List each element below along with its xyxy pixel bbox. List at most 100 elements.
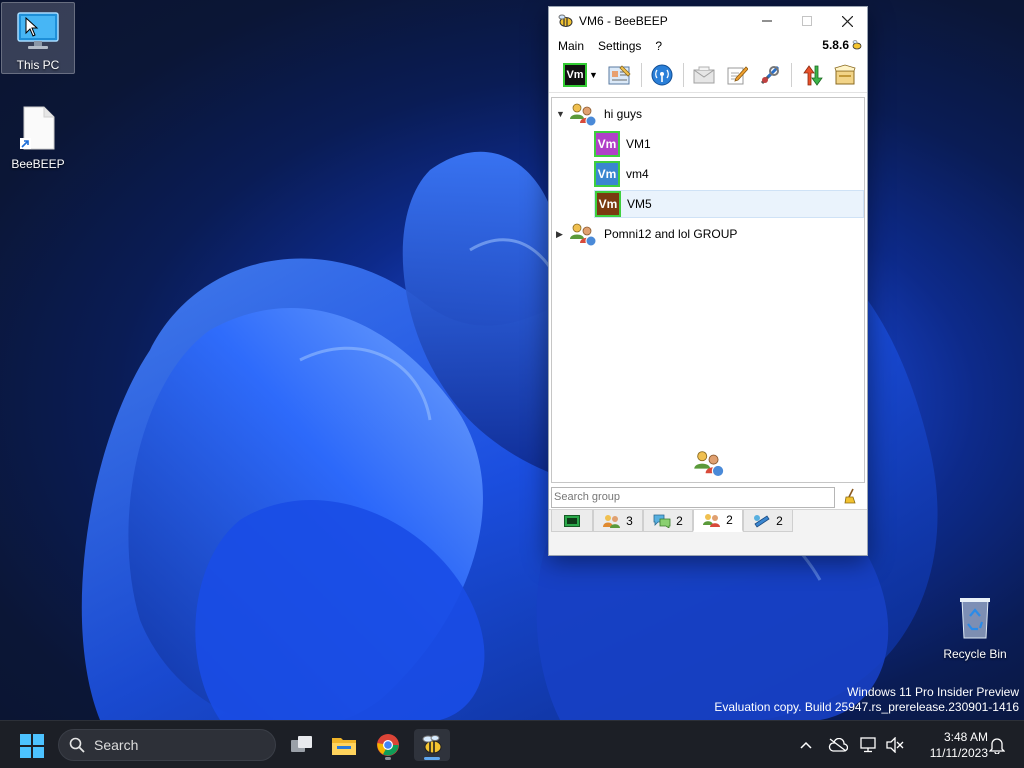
desktop-icon-this-pc[interactable]: This PC (1, 2, 75, 74)
network-tray-button[interactable] (858, 721, 880, 768)
search-row (551, 485, 865, 509)
clear-search-button[interactable] (843, 488, 859, 507)
chat-window-icon (564, 514, 580, 527)
toolbar-separator (682, 62, 684, 87)
group-people-icon (694, 451, 725, 478)
network-monitor-icon (860, 737, 876, 753)
chrome-button[interactable] (370, 729, 406, 761)
onedrive-tray-button[interactable] (826, 721, 850, 768)
clock-date: 11/11/2023 (929, 746, 988, 760)
volume-tray-button[interactable] (884, 721, 906, 768)
search-icon (69, 737, 85, 753)
group-name: Pomni12 and lol GROUP (604, 227, 738, 241)
menu-bar: Main Settings ? 5.8.6 (549, 35, 867, 57)
toolbar-separator (640, 62, 642, 87)
network-antenna-icon (651, 64, 673, 85)
tree-member-node[interactable]: Vm vm4 (594, 160, 862, 188)
network-button[interactable] (648, 61, 676, 89)
tab-count: 3 (626, 513, 633, 528)
groups-icon (703, 514, 721, 527)
version-text: 5.8.6 (822, 38, 849, 52)
collapse-triangle-icon[interactable]: ▶ (556, 229, 568, 240)
shared-folder-button[interactable] (831, 61, 859, 89)
pencil-note-icon (727, 65, 748, 84)
desktop-icon-beebeep[interactable]: BeeBEEP (1, 106, 75, 171)
profile-card-icon (608, 64, 631, 84)
taskbar-search-box[interactable]: Search (58, 729, 276, 761)
close-button[interactable] (827, 7, 867, 35)
folder-icon (332, 738, 356, 755)
member-name: VM5 (627, 197, 652, 211)
title-bar[interactable]: VM6 - BeeBEEP (549, 7, 867, 35)
beebeep-window[interactable]: VM6 - BeeBEEP Main Settings ? 5.8.6 Vm ▼… (548, 6, 868, 556)
toolbar-separator (790, 62, 792, 87)
up-down-arrows-icon (803, 64, 823, 86)
windows-logo-icon (20, 734, 44, 758)
notifications-button[interactable] (986, 721, 1008, 768)
tree-member-node[interactable]: Vm VM1 (594, 130, 862, 158)
tab-shares[interactable]: 2 (743, 510, 793, 532)
bell-icon (989, 738, 1005, 754)
window-title: VM6 - BeeBEEP (579, 14, 668, 28)
minimize-icon (762, 20, 772, 22)
show-hidden-icons-button[interactable] (796, 721, 816, 768)
menu-settings[interactable]: Settings (598, 39, 641, 53)
bee-icon (852, 40, 862, 50)
message-button[interactable] (690, 61, 718, 89)
chrome-icon (377, 734, 399, 756)
desktop-icon-label: BeeBEEP (11, 157, 65, 171)
cloud-off-icon (828, 738, 848, 752)
edit-profile-button[interactable] (606, 61, 634, 89)
tab-groups[interactable]: 2 (693, 510, 743, 532)
chats-icon (653, 514, 671, 528)
tab-users[interactable]: 3 (593, 510, 643, 532)
group-people-icon (570, 103, 597, 127)
running-indicator (424, 757, 440, 760)
menu-main[interactable]: Main (558, 39, 584, 53)
close-icon (841, 15, 853, 27)
tree-group-node[interactable]: ▼ hi guys (556, 100, 856, 128)
tree-member-node-selected[interactable]: Vm VM5 (594, 190, 864, 218)
member-name: VM1 (626, 137, 651, 151)
bee-app-icon (558, 14, 573, 27)
shares-icon (754, 514, 770, 528)
tab-count: 2 (726, 513, 733, 527)
search-label: Search (94, 737, 139, 753)
beebeep-taskbar-button[interactable] (414, 729, 450, 761)
taskbar: Search 3:48 AM 11/11/2023 (0, 720, 1024, 768)
write-button[interactable] (723, 61, 751, 89)
groups-tree[interactable]: ▼ hi guys Vm VM1 Vm vm4 Vm VM5 ▶ Pomni12… (551, 97, 865, 483)
clock-time: 3:48 AM (943, 730, 988, 744)
folder-box-icon (834, 64, 856, 84)
group-people-icon (570, 223, 597, 247)
file-explorer-button[interactable] (326, 729, 362, 761)
user-avatar: Vm (594, 161, 620, 187)
expand-triangle-icon[interactable]: ▼ (556, 109, 568, 119)
user-status-button[interactable]: Vm (563, 62, 587, 87)
file-icon (20, 106, 55, 150)
tab-chats[interactable]: 2 (643, 510, 693, 532)
bottom-tabs: 3 2 2 2 (549, 509, 867, 533)
tab-count: 2 (776, 513, 783, 528)
taskbar-clock[interactable]: 3:48 AM 11/11/2023 (910, 729, 988, 761)
file-transfer-button[interactable] (798, 61, 826, 89)
tree-group-node[interactable]: ▶ Pomni12 and lol GROUP (556, 220, 856, 248)
wallpaper (0, 0, 1024, 768)
search-group-input[interactable] (551, 486, 835, 508)
tab-chat-window[interactable] (551, 510, 593, 532)
user-avatar: Vm (594, 131, 620, 157)
minimize-button[interactable] (747, 7, 787, 35)
plugins-button[interactable] (756, 61, 784, 89)
windows-watermark: Windows 11 Pro Insider Preview Evaluatio… (714, 685, 1019, 715)
desktop-icon-recycle-bin[interactable]: Recycle Bin (938, 596, 1012, 661)
tools-icon (760, 65, 779, 84)
watermark-line-1: Windows 11 Pro Insider Preview (847, 685, 1019, 699)
chevron-down-icon[interactable]: ▼ (589, 70, 598, 80)
watermark-line-2: Evaluation copy. Build 25947.rs_prerelea… (714, 700, 1019, 714)
running-indicator (385, 757, 391, 760)
menu-help[interactable]: ? (655, 39, 662, 53)
toolbar: Vm ▼ (549, 57, 867, 93)
task-view-icon (291, 736, 312, 752)
start-button[interactable] (20, 734, 44, 761)
task-view-button[interactable] (284, 729, 320, 761)
